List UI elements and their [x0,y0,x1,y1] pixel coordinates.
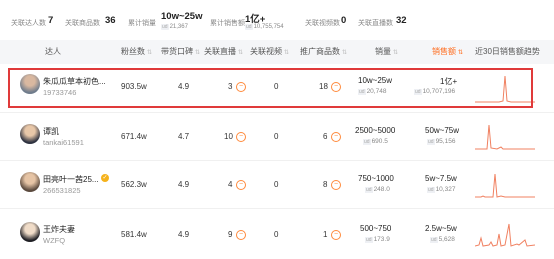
revenue-trend-sparkline [475,124,535,150]
rating: 4.7 [178,132,190,141]
kol-name[interactable]: 王炸夫妻 [43,224,75,235]
trend-line [475,124,535,150]
revenue-sub: ud 95,156 [427,138,456,145]
live-count: 10 [224,132,233,141]
stat-value: 0 [341,15,347,26]
live-count: 9 [228,230,233,239]
stat-live-count: 关联直播数 32 [358,0,428,38]
expand-icon[interactable]: − [331,132,341,142]
sort-icon: ⇅ [195,50,201,56]
stat-label: 累计销售额 [210,20,245,27]
kol-name[interactable]: 田亮叶一茜25... [43,174,99,185]
stat-label: 关联商品数 [65,20,100,27]
stat-value: 10w~25w [161,11,203,22]
sales-range: 500~750 [360,224,392,233]
expand-icon[interactable]: − [236,132,246,142]
sales-sub: ud 173.9 [365,236,390,243]
kol-id: tankai61591 [43,138,84,147]
kol-name[interactable]: 谭凯 [43,126,59,137]
sort-icon: ⇅ [238,50,244,56]
stat-value: 1亿+ [245,14,266,25]
avatar[interactable] [20,172,40,192]
stat-video-count: 关联视频数 0 [305,0,365,38]
table-row[interactable]: 谭凯 tankai61591 671.4w 4.7 10 − 0 6 − 250… [0,112,554,161]
stat-sub: ud 21,367 [161,24,188,30]
sales-range: 750~1000 [358,174,394,183]
avatar[interactable] [20,124,40,144]
sort-icon: ⇅ [342,50,348,56]
sort-icon: ⇅ [458,50,464,56]
revenue-sub: ud 5,628 [430,236,455,243]
rating: 4.9 [178,180,190,189]
kol-id: 266531825 [43,186,81,195]
revenue-trend-sparkline [475,173,535,198]
product-count: 8 [323,180,328,189]
kol-id: WZFQ [43,236,66,245]
sort-icon: ⇅ [147,50,153,56]
table-row[interactable]: 王炸夫妻 WZFQ 581.4w 4.9 9 − 0 1 − 500~750 u… [0,208,554,259]
sort-icon: ⇅ [284,50,290,56]
live-count: 4 [228,180,233,189]
table-row[interactable]: 田亮叶一茜25... ✓ 266531825 562.3w 4.9 4 − 0 … [0,160,554,209]
stat-label: 累计销量 [128,20,156,27]
revenue-range: 50w~75w [425,126,460,135]
stat-sub: ud 10,755,754 [245,24,284,30]
stat-value: 7 [48,15,54,26]
stat-label: 关联达人数 [11,20,46,27]
fans-count: 562.3w [121,180,147,189]
revenue-trend-sparkline [475,223,535,247]
stat-label: 关联直播数 [358,20,393,27]
video-count: 0 [274,230,279,239]
fans-count: 671.4w [121,132,147,141]
video-count: 0 [274,180,279,189]
stat-kol-count: 关联达人数 7 [0,0,70,38]
product-count: 1 [323,230,328,239]
expand-icon[interactable]: − [236,230,246,240]
column-header-trend: 近30日销售额趋势 [475,47,540,56]
column-header-video[interactable]: 关联视频 ⇅ [250,40,289,64]
column-header-rating[interactable]: 带货口碑 ⇅ [161,40,200,64]
revenue-range: 5w~7.5w [425,174,457,183]
column-header-kol: 达人 [45,47,61,56]
column-header-fans[interactable]: 粉丝数 ⇅ [121,40,152,64]
video-count: 0 [274,132,279,141]
stat-value: 36 [105,15,116,26]
product-count: 6 [323,132,328,141]
stat-value: 32 [396,15,407,26]
column-header-sales[interactable]: 销量 ⇅ [375,40,398,64]
expand-icon[interactable]: − [331,230,341,240]
sales-sub: ud 248.0 [365,186,390,193]
revenue-range: 2.5w~5w [425,224,457,233]
sales-sub: ud 690.5 [363,138,388,145]
trend-line [475,223,535,247]
trend-line [475,173,535,198]
fans-count: 581.4w [121,230,147,239]
expand-icon[interactable]: − [331,180,341,190]
stat-label: 关联视频数 [305,20,340,27]
stat-product-count: 关联商品数 36 [65,0,135,38]
avatar[interactable] [20,222,40,242]
column-header-revenue[interactable]: 销售额 ⇅ [432,40,463,64]
column-header-live[interactable]: 关联直播 ⇅ [204,40,243,64]
sales-range: 2500~5000 [355,126,396,135]
stat-total-revenue: 累计销售额 1亿+ ud 10,755,754 [210,0,320,38]
revenue-sub: ud 10,327 [427,186,456,193]
summary-stats: 关联达人数 7 关联商品数 36 累计销量 10w~25w ud 21,367 累… [0,0,554,38]
table-header: 达人 粉丝数 ⇅ 带货口碑 ⇅ 关联直播 ⇅ 关联视频 ⇅ 推广商品数 ⇅ 销量 ⇅ 销售额… [0,40,554,64]
sort-icon: ⇅ [393,50,399,56]
selected-row-highlight [8,68,533,108]
rating: 4.9 [178,230,190,239]
verified-icon: ✓ [101,174,109,182]
column-header-products[interactable]: 推广商品数 ⇅ [300,40,347,64]
expand-icon[interactable]: − [236,180,246,190]
